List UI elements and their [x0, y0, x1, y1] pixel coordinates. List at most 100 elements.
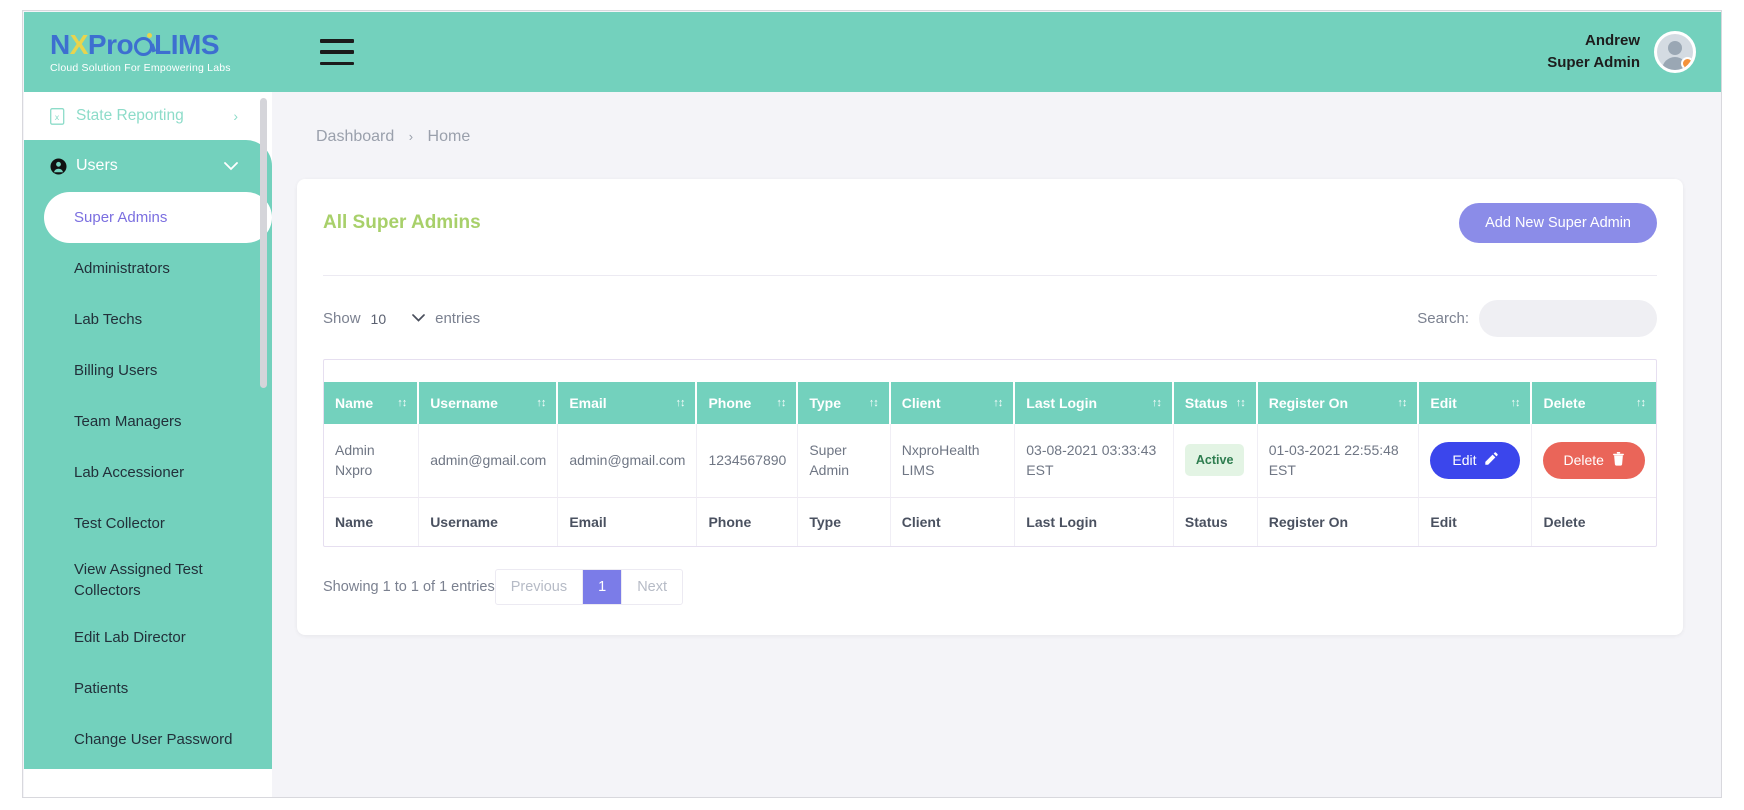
column-label: Phone — [708, 395, 752, 411]
search-input[interactable] — [1479, 300, 1657, 337]
sort-icon: ↑↕ — [675, 397, 685, 409]
sidebar-item-label: Edit Lab Director — [74, 629, 186, 646]
add-new-super-admin-button[interactable]: Add New Super Admin — [1459, 203, 1657, 243]
logo-lims: LIMS — [154, 29, 219, 61]
sidebar-item-label: Test Collector — [74, 515, 165, 532]
sidebar-item-lab-accessioner[interactable]: Lab Accessioner — [24, 447, 272, 498]
column-label: Status — [1184, 395, 1228, 411]
sidebar-group-label: Users — [76, 157, 118, 174]
cell-type: Super Admin — [798, 424, 891, 498]
sort-icon: ↑↕ — [536, 397, 546, 409]
column-header-phone[interactable]: Phone ↑↕ — [697, 382, 799, 424]
showing-entries-info: Showing 1 to 1 of 1 entries — [323, 578, 495, 595]
cell-edit: Edit — [1419, 424, 1533, 498]
page-title: All Super Admins — [323, 212, 481, 233]
sidebar-item-label: Patients — [74, 680, 129, 697]
edit-button[interactable]: Edit — [1430, 441, 1521, 479]
column-header-email[interactable]: Email ↑↕ — [558, 382, 698, 424]
sidebar-item-label: Change User Password — [74, 731, 233, 748]
sort-icon: ↑↕ — [868, 397, 879, 409]
table-footer-row: Name Username Email Phone Type Client La… — [324, 497, 1656, 546]
sidebar-scrollbar[interactable] — [260, 98, 267, 388]
user-role: Super Admin — [1547, 54, 1640, 71]
report-file-icon: x — [50, 107, 76, 125]
app-logo[interactable]: NXPro LIMS Cloud Solution For Empowering … — [24, 29, 294, 74]
avatar-head — [1668, 41, 1682, 55]
avatar[interactable] — [1654, 31, 1696, 73]
sidebar-item-state-reporting[interactable]: x State Reporting › — [24, 92, 272, 140]
main-content: Dashboard › Home All Super Admins Add Ne… — [272, 92, 1721, 797]
column-label: Username — [430, 395, 498, 411]
column-header-username[interactable]: Username ↑↕ — [419, 382, 559, 424]
cell-name: Admin Nxpro — [324, 424, 420, 498]
footer-column-delete: Delete — [1543, 513, 1586, 530]
footer-column-email: Email — [558, 497, 698, 546]
column-label: Edit — [1430, 395, 1457, 411]
chevron-down-icon — [412, 313, 425, 325]
footer-column-last-login: Last Login — [1015, 497, 1174, 546]
pagination-page-1[interactable]: 1 — [583, 569, 623, 604]
breadcrumb-dashboard[interactable]: Dashboard — [316, 128, 394, 145]
hamburger-line — [320, 39, 354, 43]
user-info: Andrew Super Admin — [1547, 30, 1640, 74]
footer-column-client: Client — [891, 497, 1016, 546]
hamburger-line — [320, 61, 354, 65]
column-label: Client — [901, 395, 941, 411]
sidebar-item-label: View Assigned Test Collectors — [74, 561, 203, 599]
column-header-delete[interactable]: Delete ↑↕ — [1532, 382, 1656, 424]
sort-icon: ↑↕ — [397, 397, 407, 409]
sidebar-item-lab-techs[interactable]: Lab Techs — [24, 294, 272, 345]
data-table-wrapper: Name ↑↕ Username ↑↕ Email ↑↕ Phone ↑↕ Type ↑↕… — [323, 359, 1657, 547]
sort-icon: ↑↕ — [1636, 397, 1646, 409]
pagination-next[interactable]: Next — [622, 570, 682, 604]
breadcrumb-current: Home — [427, 128, 471, 145]
super-admins-card: All Super Admins Add New Super Admin Sho… — [297, 179, 1683, 635]
column-label: Register On — [1268, 395, 1349, 411]
logo-x: X — [69, 29, 89, 61]
status-badge: Active — [1184, 444, 1245, 477]
sidebar-item-label: Lab Accessioner — [74, 464, 185, 481]
footer-column-username: Username — [419, 497, 559, 546]
sidebar-item-team-managers[interactable]: Team Managers — [24, 396, 272, 447]
sidebar-item-view-assigned-test-collectors[interactable]: View Assigned Test Collectors — [24, 549, 272, 612]
sidebar-item-administrators[interactable]: Administrators — [24, 243, 272, 294]
super-admins-table: Name ↑↕ Username ↑↕ Email ↑↕ Phone ↑↕ Type ↑↕… — [324, 382, 1656, 546]
sidebar-item-super-admins[interactable]: Super Admins — [44, 192, 272, 243]
table-row: Admin Nxpro admin@gmail.com admin@gmail.… — [324, 424, 1656, 498]
sidebar-item-patients[interactable]: Patients — [24, 663, 272, 714]
column-header-register-on[interactable]: Register On ↑↕ — [1257, 382, 1420, 424]
sort-icon: ↑↕ — [1151, 397, 1162, 409]
sidebar-group-users: Users Super Admins Administrators Lab Te… — [24, 140, 272, 769]
sidebar-item-billing-users[interactable]: Billing Users — [24, 345, 272, 396]
column-label: Name — [335, 395, 374, 411]
column-header-status[interactable]: Status ↑↕ — [1173, 382, 1258, 424]
column-header-name[interactable]: Name ↑↕ — [324, 382, 420, 424]
cell-phone: 1234567890 — [697, 424, 799, 498]
logo-tagline: Cloud Solution For Empowering Labs — [50, 61, 231, 74]
hamburger-icon[interactable] — [320, 39, 354, 65]
delete-button[interactable]: Delete — [1543, 441, 1645, 479]
pagination-previous[interactable]: Previous — [496, 569, 584, 604]
sidebar-item-edit-lab-director[interactable]: Edit Lab Director — [24, 612, 272, 663]
column-header-client[interactable]: Client ↑↕ — [890, 382, 1016, 424]
sidebar-group-header-users[interactable]: Users — [24, 140, 272, 192]
sidebar: x State Reporting › Users Super Admins A… — [24, 92, 272, 797]
column-header-last-login[interactable]: Last Login ↑↕ — [1015, 382, 1174, 424]
cell-status: Active — [1173, 424, 1258, 498]
top-header-bar: NXPro LIMS Cloud Solution For Empowering … — [24, 12, 1721, 92]
column-header-edit[interactable]: Edit ↑↕ — [1419, 382, 1533, 424]
app-window: NXPro LIMS Cloud Solution For Empowering … — [22, 10, 1722, 798]
cell-last-login: 03-08-2021 03:33:43 EST — [1015, 424, 1174, 498]
sidebar-item-change-user-password[interactable]: Change User Password — [24, 714, 272, 765]
table-footer: Name Username Email Phone Type Client La… — [324, 497, 1656, 546]
cell-email: admin@gmail.com — [558, 424, 698, 498]
entries-per-page-select[interactable]: 10 — [371, 311, 426, 327]
search-control: Search: — [1417, 300, 1657, 337]
sidebar-item-test-collector[interactable]: Test Collector — [24, 498, 272, 549]
cell-delete: Delete — [1532, 424, 1656, 498]
user-circle-icon — [50, 158, 76, 175]
user-menu[interactable]: Andrew Super Admin — [1547, 30, 1721, 74]
footer-column-phone: Phone — [697, 497, 799, 546]
table-controls: Show 10 entries Search: — [323, 300, 1657, 337]
column-header-type[interactable]: Type ↑↕ — [798, 382, 891, 424]
